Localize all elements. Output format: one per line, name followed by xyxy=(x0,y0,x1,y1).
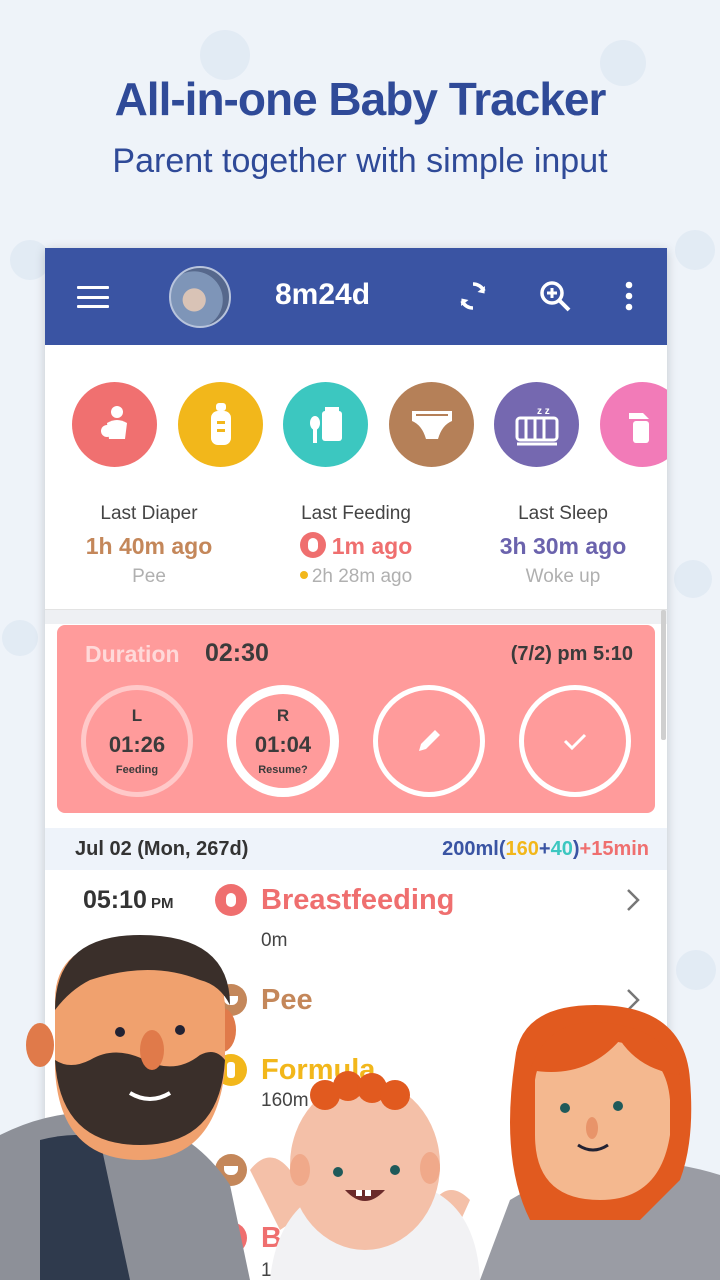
duration-label: Duration xyxy=(85,641,180,667)
summary-plus: + xyxy=(538,838,551,860)
diaper-icon xyxy=(215,1154,247,1186)
baby-age-title: 8m24d xyxy=(275,278,371,311)
summary-open: ( xyxy=(498,838,506,860)
pencil-icon xyxy=(419,730,440,751)
search-zoom-icon[interactable] xyxy=(537,278,573,314)
summary-minutes: +15min xyxy=(579,838,649,860)
check-icon xyxy=(563,733,587,751)
last-diaper-label: Last Diaper xyxy=(100,503,198,524)
last-sleep-stat[interactable]: Last Sleep 3h 30m ago Woke up xyxy=(463,503,663,591)
event-ampm: PM xyxy=(167,1162,190,1179)
event-title: Pee xyxy=(261,984,313,1016)
summary-food: 40 xyxy=(550,838,573,860)
duration-value: 02:30 xyxy=(205,639,269,667)
last-sleep-label: Last Sleep xyxy=(518,503,608,524)
left-side-caption: Feeding xyxy=(115,764,159,776)
event-time: 05:10 xyxy=(83,886,147,914)
event-title: P xyxy=(261,1154,281,1186)
last-feeding-label: Last Feeding xyxy=(301,503,411,524)
bottle-icon xyxy=(210,402,231,445)
event-title: B xyxy=(261,1222,282,1254)
mother-baby-icon xyxy=(215,884,247,916)
avatar[interactable] xyxy=(169,266,231,328)
background-decoration xyxy=(674,560,712,598)
event-row[interactable]: 05:10 PM Breastfeeding 0m xyxy=(45,870,667,970)
day-date: Jul 02 (Mon, 267d) xyxy=(75,838,249,860)
svg-text:z z: z z xyxy=(537,406,550,417)
left-side-timer-button[interactable]: L 01:26 Feeding xyxy=(81,685,193,797)
bottle-dot-icon xyxy=(299,571,308,579)
menu-icon[interactable] xyxy=(77,286,109,308)
background-decoration xyxy=(675,230,715,270)
promo-title: All-in-one Baby Tracker xyxy=(114,73,607,125)
diaper-button[interactable] xyxy=(389,382,474,467)
diaper-icon xyxy=(411,410,452,439)
summary-close: ) xyxy=(572,838,580,860)
day-header: Jul 02 (Mon, 267d) 200ml(160+40)+15min xyxy=(45,828,667,870)
timer-start-time: (7/2) pm 5:10 xyxy=(510,643,633,665)
crib-icon: z z xyxy=(515,406,558,445)
event-row[interactable]: Formula 160m xyxy=(45,1040,667,1140)
last-feeding-stat[interactable]: Last Feeding 1m ago 2h 28m ago xyxy=(256,503,456,591)
diaper-icon xyxy=(215,984,247,1016)
pump-button[interactable] xyxy=(600,382,667,467)
event-title: Breastfeeding xyxy=(261,884,455,916)
mother-baby-icon xyxy=(215,1222,247,1254)
chevron-right-icon[interactable] xyxy=(623,986,643,1014)
right-side-timer-button[interactable]: R 01:04 Resume? xyxy=(227,685,339,797)
food-jar-icon xyxy=(309,406,342,443)
bottle-button[interactable] xyxy=(178,382,263,467)
background-decoration xyxy=(10,240,50,280)
sleep-button[interactable]: z z xyxy=(494,382,579,467)
bottle-icon xyxy=(215,1054,247,1086)
last-diaper-value: 1h 40m ago xyxy=(85,533,213,559)
event-sub: 15m xyxy=(261,1260,298,1280)
last-feeding-value: 1m ago xyxy=(331,533,413,559)
summary-formula: 160 xyxy=(505,838,539,860)
right-side-label: R xyxy=(276,706,290,725)
last-feeding-sub: 2h 28m ago xyxy=(311,566,413,587)
left-side-label: L xyxy=(131,706,143,725)
sync-icon[interactable] xyxy=(455,278,491,314)
scrollbar[interactable] xyxy=(661,610,666,740)
app-screen: 8m24d z z Last Diaper 1h 40m ago Pee Las… xyxy=(45,248,667,1280)
right-side-time: 01:04 xyxy=(254,732,312,757)
event-sub: 0m xyxy=(261,930,288,951)
last-diaper-sub: Pee xyxy=(132,566,166,587)
feeding-timer-card: Duration 02:30 (7/2) pm 5:10 L 01:26 Fee… xyxy=(57,625,655,813)
last-sleep-value: 3h 30m ago xyxy=(499,533,627,559)
event-sub: 160m xyxy=(261,1090,309,1111)
pump-icon xyxy=(628,412,649,443)
more-vert-icon[interactable] xyxy=(611,278,647,314)
baby-food-button[interactable] xyxy=(283,382,368,467)
mother-baby-icon xyxy=(100,405,127,439)
done-button[interactable] xyxy=(519,685,631,797)
event-ampm: PM xyxy=(150,895,174,912)
background-decoration xyxy=(2,620,38,656)
background-decoration xyxy=(676,950,716,990)
left-side-time: 01:26 xyxy=(108,732,166,757)
summary-total: 200ml xyxy=(442,838,499,860)
breastfeeding-button[interactable] xyxy=(72,382,157,467)
app-bar: 8m24d xyxy=(45,248,667,345)
last-diaper-stat[interactable]: Last Diaper 1h 40m ago Pee xyxy=(49,503,249,591)
day-summary: 200ml(160+40)+15min xyxy=(442,838,649,861)
event-title: Formula xyxy=(261,1054,376,1086)
promo-subtitle: Parent together with simple input xyxy=(112,142,608,180)
right-side-caption: Resume? xyxy=(258,764,308,776)
chevron-right-icon[interactable] xyxy=(623,886,643,914)
quick-actions: z z Last Diaper 1h 40m ago Pee Last Feed… xyxy=(45,345,667,610)
section-divider xyxy=(45,610,667,624)
last-sleep-sub: Woke up xyxy=(525,566,601,587)
edit-button[interactable] xyxy=(373,685,485,797)
event-row[interactable]: B 15m xyxy=(45,1208,667,1280)
feeding-badge-icon xyxy=(299,532,326,558)
